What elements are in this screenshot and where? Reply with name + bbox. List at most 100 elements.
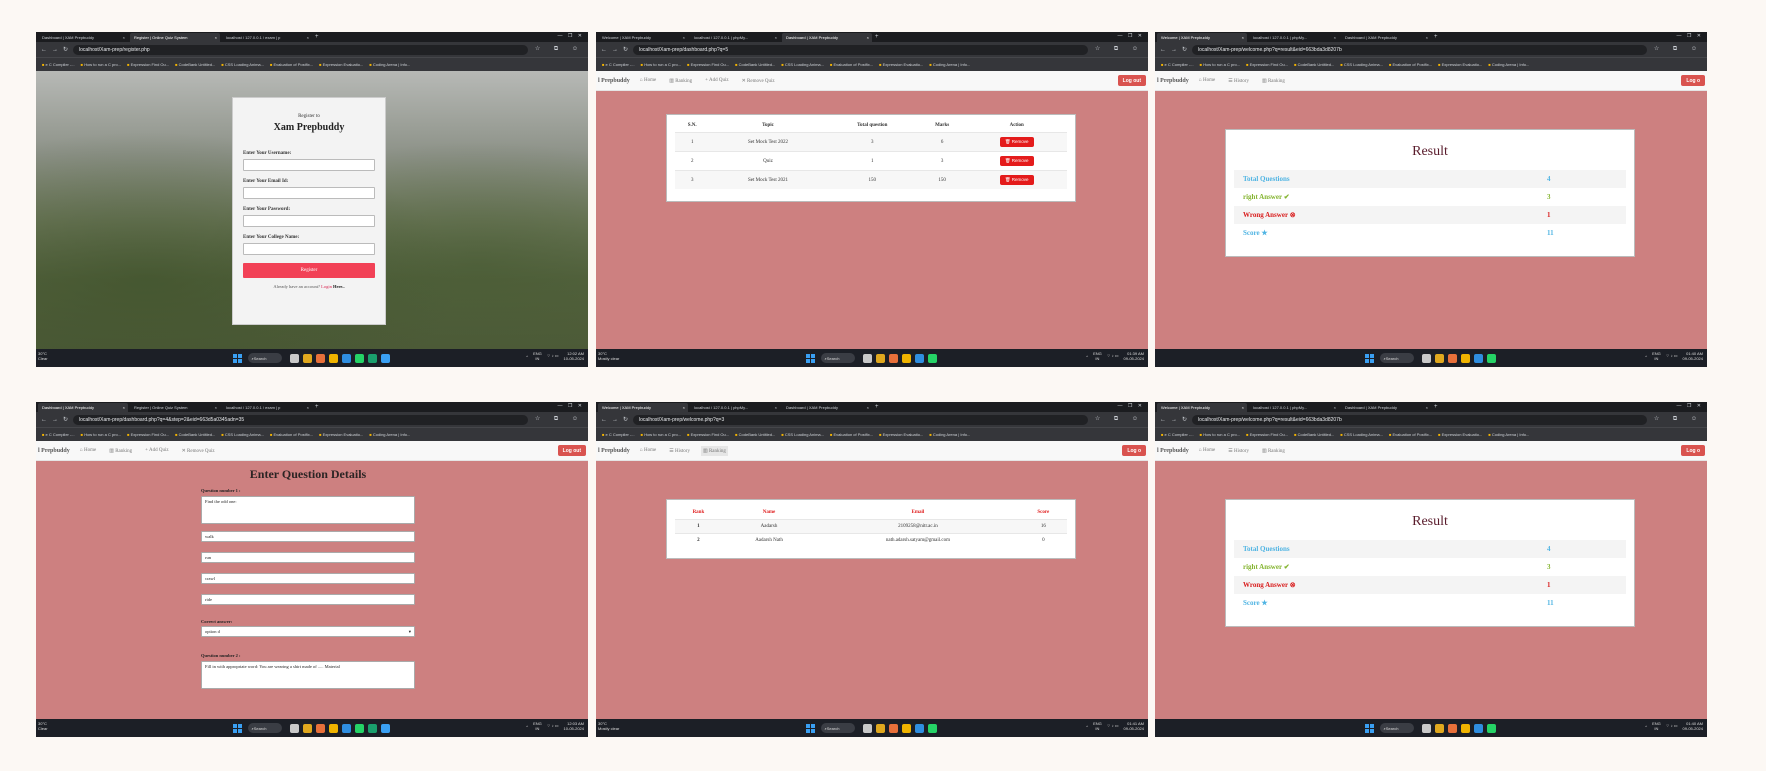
close-tab-icon[interactable]: × — [1426, 35, 1428, 40]
chrome-icon[interactable] — [1460, 353, 1470, 363]
windows-start-icon[interactable] — [232, 353, 242, 363]
nav-ranking[interactable]: ▥ Ranking — [667, 76, 694, 86]
address-bar[interactable]: localhost/Xam-prep/dashboard.php?q=4&ste… — [73, 414, 528, 425]
logout-button[interactable]: Log o — [1122, 445, 1146, 456]
whatsapp-icon[interactable] — [354, 723, 364, 733]
bookmark-item[interactable]: Expression Evaluatio... — [879, 432, 924, 437]
bookmark-item[interactable]: Expression Find Ou... — [1246, 432, 1288, 437]
option-input[interactable]: ride — [201, 594, 415, 605]
wifi-sound-battery-icon[interactable]: ⌔ ♪ ▭ — [547, 353, 559, 359]
chrome-icon[interactable] — [328, 723, 338, 733]
xampp-icon[interactable] — [315, 353, 325, 363]
register-input[interactable] — [243, 187, 375, 199]
nav-history[interactable]: ☰ History — [1226, 76, 1251, 86]
browser-tab[interactable]: Dashboard | XAM Prepbuddy × — [782, 32, 872, 42]
file-explorer-icon[interactable] — [1434, 723, 1444, 733]
taskbar-search[interactable]: ⌕ Search — [1379, 723, 1414, 733]
taskbar-search[interactable]: ⌕ Search — [820, 723, 855, 733]
whatsapp-icon[interactable] — [927, 723, 937, 733]
back-icon[interactable]: ← — [601, 47, 607, 53]
address-bar[interactable]: localhost/Xam-prep/welcome.php?q=result&… — [1192, 414, 1647, 425]
store-icon[interactable] — [380, 353, 390, 363]
close-tab-icon[interactable]: × — [1334, 35, 1336, 40]
task-view-icon[interactable] — [1421, 723, 1431, 733]
file-explorer-icon[interactable] — [302, 353, 312, 363]
language-indicator[interactable]: ENG IN — [1093, 351, 1102, 361]
reload-icon[interactable]: ↻ — [63, 46, 68, 53]
bookmark-item[interactable]: Expression Find Ou... — [687, 62, 729, 67]
xampp-icon[interactable] — [888, 353, 898, 363]
taskbar-clock[interactable]: 01:41 AM 09-05-2024 — [1124, 721, 1144, 731]
bookmark-item[interactable]: Expression Find Ou... — [1246, 62, 1288, 67]
toolbar-icons[interactable]: ☆ ⧉ ☺ — [1654, 45, 1703, 53]
nav-home[interactable]: ⌂ Home — [1197, 446, 1218, 455]
close-tab-icon[interactable]: × — [215, 405, 217, 410]
bookmark-item[interactable]: Coding Arena | Info... — [369, 62, 411, 67]
close-tab-icon[interactable]: × — [1242, 35, 1244, 40]
tray-chevron-icon[interactable]: ^ — [1086, 354, 1088, 359]
taskbar-search[interactable]: ⌕ Search — [247, 353, 282, 363]
vscode-icon[interactable] — [341, 723, 351, 733]
wifi-sound-battery-icon[interactable]: ⌔ ♪ ▭ — [547, 723, 559, 729]
logout-button[interactable]: Log o — [1681, 75, 1705, 86]
toolbar-icons[interactable]: ☆ ⧉ ☺ — [1654, 415, 1703, 423]
task-view-icon[interactable] — [1421, 353, 1431, 363]
bookmark-item[interactable]: How to run a C pro... — [1200, 62, 1240, 67]
task-view-icon[interactable] — [289, 723, 299, 733]
edge-icon[interactable] — [367, 723, 377, 733]
browser-tab[interactable]: Register | Online Quiz System × — [130, 403, 220, 412]
browser-tab[interactable]: Dashboard | XAM Prepbuddy × — [1341, 33, 1431, 42]
vscode-icon[interactable] — [914, 353, 924, 363]
file-explorer-icon[interactable] — [875, 723, 885, 733]
close-tab-icon[interactable]: × — [867, 35, 869, 40]
address-bar[interactable]: localhost/Xam-prep/register.php — [73, 44, 528, 55]
remove-button[interactable]: 🗑 Remove — [999, 156, 1034, 166]
nav-history[interactable]: ☰ History — [1226, 446, 1251, 456]
wifi-sound-battery-icon[interactable]: ⌔ ♪ ▭ — [1107, 353, 1119, 359]
brand-logo[interactable]: l Prepbuddy — [598, 448, 630, 454]
bookmark-item[interactable]: CodeBank Untitled... — [1294, 432, 1335, 437]
back-icon[interactable]: ← — [1160, 47, 1166, 53]
xampp-icon[interactable] — [315, 723, 325, 733]
taskbar-search[interactable]: ⌕ Search — [820, 353, 855, 363]
bookmark-item[interactable]: CodeBank Untitled... — [735, 432, 776, 437]
bookmark-item[interactable]: CSS Loading Anima... — [221, 432, 264, 437]
window-controls[interactable]: — ❐ ✕ — [1118, 403, 1144, 409]
tray-chevron-icon[interactable]: ^ — [1086, 724, 1088, 729]
toolbar-icons[interactable]: ☆ ⧉ ☺ — [535, 45, 584, 53]
edge-icon[interactable] — [367, 353, 377, 363]
nav-ranking[interactable]: ▥ Ranking — [1260, 76, 1287, 86]
option-input[interactable]: run — [201, 552, 415, 563]
address-bar[interactable]: localhost/Xam-prep/dashboard.php?q=5 — [633, 44, 1088, 55]
close-tab-icon[interactable]: × — [683, 405, 685, 410]
forward-icon[interactable]: → — [1171, 47, 1177, 53]
taskbar-clock[interactable]: 12:02 AM 10-05-2024 — [564, 351, 584, 361]
close-tab-icon[interactable]: × — [307, 405, 309, 410]
bookmark-item[interactable]: Evaluation of Postfix... — [270, 62, 314, 67]
address-bar[interactable]: localhost/Xam-prep/welcome.php?q=result&… — [1192, 44, 1647, 55]
window-controls[interactable]: — ❐ ✕ — [1118, 33, 1144, 39]
wifi-sound-battery-icon[interactable]: ⌔ ♪ ▭ — [1666, 723, 1678, 729]
taskbar-clock[interactable]: 01:40 AM 09-05-2024 — [1683, 721, 1703, 731]
logout-button[interactable]: Log out — [1117, 75, 1146, 86]
close-tab-icon[interactable]: × — [215, 35, 217, 40]
chrome-icon[interactable] — [328, 353, 338, 363]
tray-chevron-icon[interactable]: ^ — [1645, 354, 1647, 359]
bookmark-item[interactable]: How to run a C pro... — [1200, 432, 1240, 437]
whatsapp-icon[interactable] — [1486, 353, 1496, 363]
bookmark-item[interactable]: Coding Arena | Info... — [929, 432, 971, 437]
option-input[interactable]: crawl — [201, 573, 415, 584]
nav-ranking[interactable]: ▥ Ranking — [107, 446, 134, 456]
taskbar-clock[interactable]: 01:39 AM 09-05-2024 — [1124, 351, 1144, 361]
close-tab-icon[interactable]: × — [1334, 405, 1336, 410]
bookmark-item[interactable]: Expression Evaluatio... — [879, 62, 924, 67]
reload-icon[interactable]: ↻ — [1182, 416, 1187, 423]
toolbar-icons[interactable]: ☆ ⧉ ☺ — [1095, 415, 1144, 423]
bookmark-item[interactable]: Expression Evaluatio... — [319, 62, 364, 67]
close-tab-icon[interactable]: × — [683, 35, 685, 40]
wifi-sound-battery-icon[interactable]: ⌔ ♪ ▭ — [1666, 353, 1678, 359]
reload-icon[interactable]: ↻ — [623, 46, 628, 53]
language-indicator[interactable]: ENG IN — [1093, 721, 1102, 731]
nav-ranking[interactable]: ▥ Ranking — [700, 445, 728, 456]
remove-button[interactable]: 🗑 Remove — [999, 137, 1034, 147]
